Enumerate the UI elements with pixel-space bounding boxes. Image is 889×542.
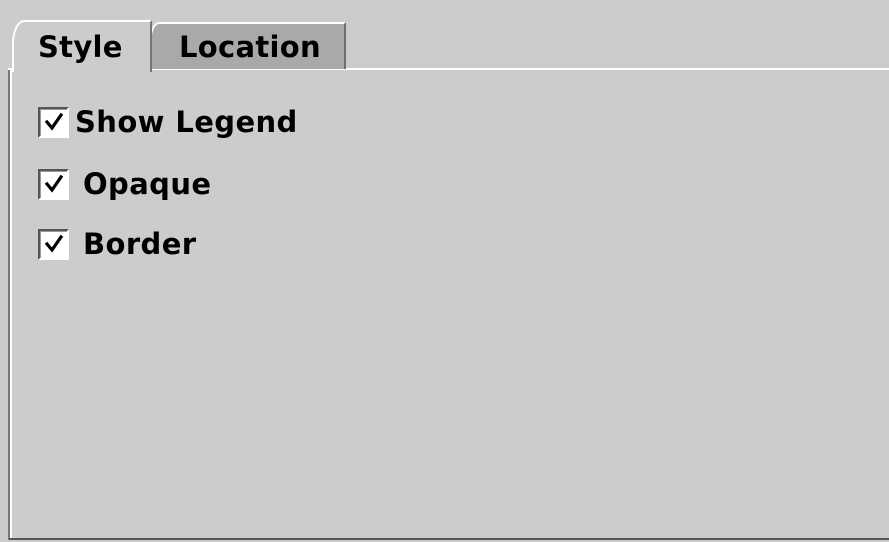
border-option[interactable]: Border <box>38 224 196 264</box>
tab-location[interactable]: Location <box>149 22 346 69</box>
border-label: Border <box>83 227 197 261</box>
tab-style-label: Style <box>38 30 123 64</box>
checkmark-icon <box>44 234 63 253</box>
show-legend-option[interactable]: Show Legend <box>38 102 298 142</box>
settings-window: Style Location Show Legend Opaque Border <box>0 0 889 542</box>
tab-location-label: Location <box>179 29 321 64</box>
tab-style[interactable]: Style <box>12 20 152 72</box>
border-checkbox[interactable] <box>38 228 69 260</box>
checkmark-icon <box>44 112 63 131</box>
tab-strip: Style Location <box>0 0 889 72</box>
opaque-checkbox[interactable] <box>38 168 69 200</box>
opaque-option[interactable]: Opaque <box>38 164 211 204</box>
show-legend-checkbox[interactable] <box>38 106 69 138</box>
panel-highlight <box>10 70 12 538</box>
checkmark-icon <box>44 174 63 193</box>
opaque-label: Opaque <box>83 167 212 201</box>
show-legend-label: Show Legend <box>75 105 298 139</box>
